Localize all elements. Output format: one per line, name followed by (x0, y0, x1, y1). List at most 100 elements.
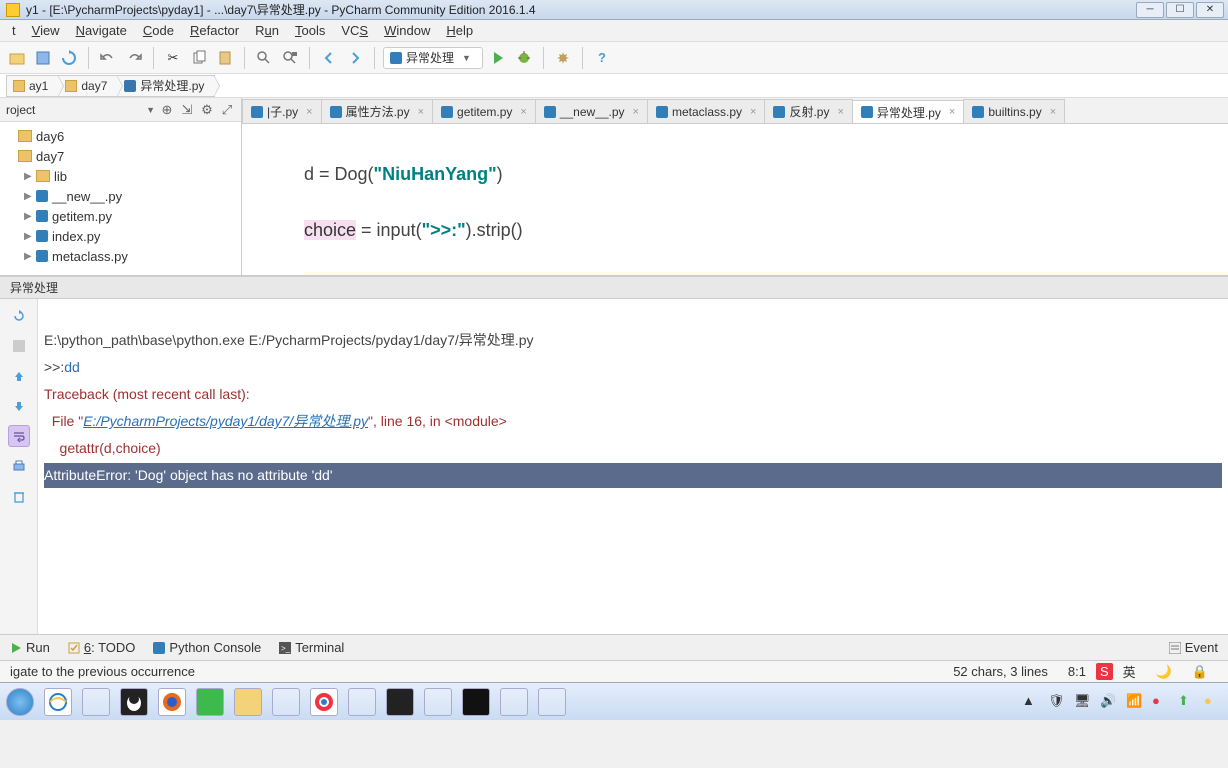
expand-arrow-icon[interactable]: ▶ (24, 191, 36, 202)
tree-node[interactable]: day6 (0, 126, 241, 146)
run-config-combo[interactable]: 异常处理 ▼ (383, 47, 483, 69)
app-icon[interactable] (500, 688, 528, 716)
project-tree[interactable]: day6day7▶lib▶__new__.py▶getitem.py▶index… (0, 122, 241, 275)
tray-icon[interactable]: 🖥 (1074, 693, 1092, 711)
rerun-icon[interactable] (8, 305, 30, 327)
tab-run[interactable]: Run (10, 640, 50, 655)
copy-icon[interactable] (188, 47, 210, 69)
app-icon[interactable] (538, 688, 566, 716)
close-tab-icon[interactable]: × (837, 106, 843, 118)
chevron-down-icon[interactable]: ▼ (146, 105, 155, 115)
tab-event-log[interactable]: Event (1169, 640, 1218, 655)
open-icon[interactable] (6, 47, 28, 69)
menu-vcs[interactable]: VCS (333, 21, 376, 40)
file-tab[interactable]: |子.py× (242, 99, 322, 123)
expand-arrow-icon[interactable]: ▶ (24, 211, 36, 222)
menu-view[interactable]: View (24, 21, 68, 40)
tree-node[interactable]: ▶metaclass.py (0, 246, 241, 266)
gear-icon[interactable]: ⚙ (199, 102, 215, 118)
breadcrumb-item[interactable]: day7 (59, 75, 118, 97)
undo-icon[interactable] (97, 47, 119, 69)
app-icon[interactable] (348, 688, 376, 716)
file-tab[interactable]: getitem.py× (432, 99, 536, 123)
cut-icon[interactable]: ✂ (162, 47, 184, 69)
run-button[interactable] (487, 47, 509, 69)
chrome-icon[interactable] (310, 688, 338, 716)
hide-icon[interactable]: ⤢ (219, 102, 235, 118)
tree-node[interactable]: ▶index.py (0, 226, 241, 246)
tree-node[interactable]: day7 (0, 146, 241, 166)
moon-icon[interactable]: 🌙 (1146, 664, 1182, 680)
close-tab-icon[interactable]: × (1050, 106, 1056, 118)
menu-code[interactable]: Code (135, 21, 182, 40)
save-icon[interactable] (32, 47, 54, 69)
wechat-icon[interactable] (196, 688, 224, 716)
ie-icon[interactable] (44, 688, 72, 716)
menu-item[interactable]: t (4, 21, 24, 40)
redo-icon[interactable] (123, 47, 145, 69)
tab-terminal[interactable]: >_Terminal (279, 640, 344, 655)
volume-icon[interactable]: 🔊 (1100, 693, 1118, 711)
tray-icon[interactable]: ● (1204, 693, 1222, 711)
project-tab-label[interactable]: roject (6, 103, 142, 117)
back-icon[interactable] (318, 47, 340, 69)
close-tab-icon[interactable]: × (633, 106, 639, 118)
stop-icon[interactable] (8, 335, 30, 357)
menu-help[interactable]: Help (438, 21, 481, 40)
help-icon[interactable]: ? (591, 47, 613, 69)
firefox-icon[interactable] (158, 688, 186, 716)
print-icon[interactable] (8, 455, 30, 477)
file-tab[interactable]: 异常处理.py× (852, 100, 964, 124)
explorer-icon[interactable] (234, 688, 262, 716)
tray-icon[interactable]: ⬆ (1178, 693, 1196, 711)
settings-icon[interactable] (552, 47, 574, 69)
settings-lock-icon[interactable]: 🔒 (1182, 664, 1218, 680)
down-trace-icon[interactable] (8, 395, 30, 417)
run-tab-label[interactable]: 异常处理 (0, 277, 1228, 299)
forward-icon[interactable] (344, 47, 366, 69)
close-tab-icon[interactable]: × (949, 106, 955, 118)
close-tab-icon[interactable]: × (418, 106, 424, 118)
network-icon[interactable]: 📶 (1126, 693, 1144, 711)
close-button[interactable]: ✕ (1196, 2, 1224, 18)
close-tab-icon[interactable]: × (750, 106, 756, 118)
tree-node[interactable]: ▶getitem.py (0, 206, 241, 226)
tray-icon[interactable]: 🛡 (1048, 693, 1066, 711)
tray-icon[interactable]: ● (1152, 693, 1170, 711)
up-trace-icon[interactable] (8, 365, 30, 387)
minimize-button[interactable]: ─ (1136, 2, 1164, 18)
menu-run[interactable]: Run (247, 21, 287, 40)
wrap-icon[interactable] (8, 425, 30, 447)
cmd-icon[interactable] (462, 688, 490, 716)
debug-button[interactable] (513, 47, 535, 69)
close-tab-icon[interactable]: × (520, 106, 526, 118)
tree-node[interactable]: ▶lib (0, 166, 241, 186)
ime-lang[interactable]: 英 (1113, 662, 1146, 681)
start-button[interactable] (6, 688, 34, 716)
tab-todo[interactable]: 6: TODO (68, 640, 136, 655)
tree-node[interactable]: ▶__new__.py (0, 186, 241, 206)
code-editor[interactable]: d = Dog("NiuHanYang") choice = input(">>… (242, 124, 1228, 275)
app-icon[interactable] (424, 688, 452, 716)
console-output[interactable]: E:\python_path\base\python.exe E:/Pychar… (38, 299, 1228, 634)
file-tab[interactable]: 反射.py× (764, 99, 852, 123)
locate-icon[interactable]: ⊕ (159, 102, 175, 118)
file-tab[interactable]: builtins.py× (963, 99, 1065, 123)
expand-arrow-icon[interactable]: ▶ (24, 251, 36, 262)
refresh-icon[interactable] (58, 47, 80, 69)
tab-python-console[interactable]: Python Console (153, 640, 261, 655)
file-tab[interactable]: metaclass.py× (647, 99, 765, 123)
pycharm-taskbar-icon[interactable] (386, 688, 414, 716)
menu-window[interactable]: Window (376, 21, 438, 40)
expand-arrow-icon[interactable]: ▶ (24, 231, 36, 242)
tray-icon[interactable]: ▲ (1022, 693, 1040, 711)
console-file-link[interactable]: E:/PycharmProjects/pyday1/day7/异常处理.py (83, 413, 368, 429)
menu-navigate[interactable]: Navigate (68, 21, 135, 40)
find-icon[interactable] (253, 47, 275, 69)
menu-tools[interactable]: Tools (287, 21, 333, 40)
expand-arrow-icon[interactable]: ▶ (24, 171, 36, 182)
replace-icon[interactable] (279, 47, 301, 69)
ime-indicator[interactable]: S (1096, 663, 1113, 680)
breadcrumb-item[interactable]: ay1 (6, 75, 59, 97)
maximize-button[interactable]: ☐ (1166, 2, 1194, 18)
